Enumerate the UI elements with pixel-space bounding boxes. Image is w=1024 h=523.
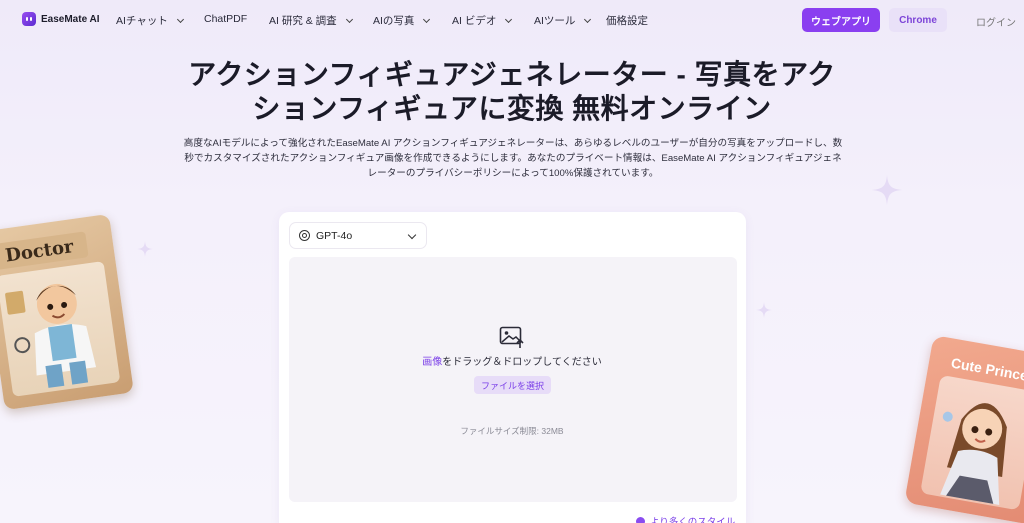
nav-item-ai-photo[interactable]: AIの写真 [373,13,431,28]
logo[interactable]: EaseMate AI [22,12,100,26]
nav-item-ai-research[interactable]: AI 研究 & 調査 [269,13,353,28]
chevron-down-icon [505,15,513,23]
nav-item-ai-video[interactable]: AI ビデオ [452,13,513,28]
logo-text: EaseMate AI [41,13,100,25]
login-link[interactable]: ログイン [976,14,1016,29]
chevron-down-icon [345,15,353,23]
doctor-figure-image: Doctor [0,213,134,411]
nav-item-chatpdf[interactable]: ChatPDF [204,13,247,25]
choose-file-button[interactable]: ファイルを選択 [474,376,551,394]
chevron-down-icon [423,15,431,23]
chevron-down-icon [584,15,592,23]
top-navbar: EaseMate AI AIチャット ChatPDF AI 研究 & 調査 AI… [0,0,1024,40]
chevron-down-icon [407,230,417,240]
styles-icon [636,516,645,523]
file-size-limit: ファイルサイズ制限: 32MB [460,426,564,436]
nav-item-ai-chat[interactable]: AIチャット [116,13,184,28]
image-upload-link[interactable]: 画像 [422,357,442,368]
openai-icon [299,230,310,241]
princess-figure-illustration [940,403,1007,505]
more-styles-link[interactable]: より多くのスタイル [636,514,735,523]
chevron-down-icon [176,15,184,23]
easemate-logo-icon [22,12,36,26]
doctor-figure-illustration [5,283,97,388]
sparkle-icon [137,241,153,257]
page-description: 高度なAIモデルによって強化されたEaseMate AI アクションフィギュアジ… [183,138,843,179]
image-upload-icon [499,326,524,348]
chrome-extension-button[interactable]: Chrome [889,8,947,32]
model-select-value: GPT-4o [316,229,353,242]
sparkle-icon [872,175,902,205]
nav-item-pricing[interactable]: 価格設定 [606,13,648,28]
sparkle-icon [756,302,772,318]
nav-item-ai-tools[interactable]: AIツール [534,13,592,28]
drag-drop-instruction: 画像をドラッグ＆ドロップしてください [422,357,602,368]
model-select-dropdown[interactable]: GPT-4o [289,222,427,249]
page-title: アクションフィギュアジェネレーター - 写真をアク ションフィギュアに変換 無料… [188,59,836,124]
web-app-button[interactable]: ウェブアプリ [802,8,880,32]
